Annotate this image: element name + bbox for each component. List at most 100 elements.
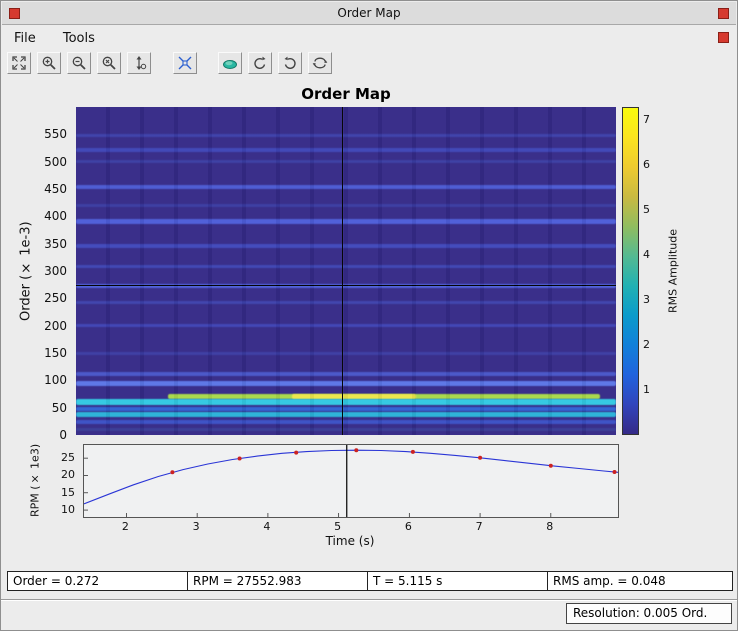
zoom-x-button[interactable]: [97, 52, 121, 74]
rpm-y-axis-ticks: 10 15 20 25: [49, 444, 79, 516]
heatmap-order-stripe: [76, 428, 616, 431]
rotate-cw-button[interactable]: [278, 52, 302, 74]
colorbar-tick-label: 5: [643, 203, 650, 216]
rpm-curve-svg: [84, 445, 618, 517]
resolution-readout: Resolution: 0.005 Ord.: [566, 603, 732, 624]
heatmap-order-stripe: [76, 381, 616, 386]
status-rpm-readout: RPM = 27552.983: [187, 571, 368, 591]
main-ytick-label: 100: [44, 373, 67, 387]
zoom-y-icon: [131, 55, 147, 71]
heatmap-order-stripe: [76, 372, 616, 376]
rotate-ccw-button[interactable]: [248, 52, 272, 74]
main-ytick-label: 350: [44, 237, 67, 251]
expand-icon: [11, 55, 27, 71]
status-order-readout: Order = 0.272: [7, 571, 188, 591]
main-y-axis-ticks: 050100150200250300350400450500550: [37, 107, 71, 435]
heatmap-order-stripe: [76, 412, 616, 417]
rpm-xtick-label: 8: [537, 520, 563, 533]
colormap-button[interactable]: [218, 52, 242, 74]
colorbar-ticks: 1 2 3 4 5 6 7: [643, 107, 665, 435]
time-cursor-line[interactable]: [342, 107, 344, 435]
colorbar-tick-label: 6: [643, 158, 650, 171]
heatmap-order-stripe: [76, 399, 616, 405]
main-y-axis-label: Order (× 1e-3): [17, 107, 35, 435]
order-map-window: Order Map File Tools Order Map Order (× …: [0, 0, 738, 631]
menu-tools[interactable]: Tools: [63, 25, 95, 46]
heatmap-order-stripe: [76, 244, 616, 248]
rpm-xtick-label: 2: [112, 520, 138, 533]
colorbar-tick-label: 4: [643, 248, 650, 261]
colorbar-tick-label: 7: [643, 113, 650, 126]
statusbar-divider: [1, 599, 737, 601]
colorbar-tick-label: 3: [643, 293, 650, 306]
main-ytick-label: 200: [44, 319, 67, 333]
heatmap-order-stripe: [76, 148, 616, 152]
heatmap-order-stripe: [76, 265, 616, 268]
rpm-xtick-label: 6: [395, 520, 421, 533]
rpm-xtick-label: 5: [325, 520, 351, 533]
heatmap-order-stripe: [76, 160, 616, 163]
heatmap-order-stripe: [76, 204, 616, 207]
reset-view-button[interactable]: [173, 52, 197, 74]
main-ytick-label: 0: [59, 428, 67, 442]
main-ytick-label: 50: [52, 401, 67, 415]
heatmap-order-stripe: [76, 420, 616, 424]
status-time-readout: T = 5.115 s: [367, 571, 548, 591]
main-ytick-label: 550: [44, 127, 67, 141]
rpm-profile-plot[interactable]: [83, 444, 619, 518]
main-ytick-label: 450: [44, 182, 67, 196]
status-rms-readout: RMS amp. = 0.048: [547, 571, 733, 591]
heatmap-order-stripe: [76, 219, 616, 224]
rpm-xtick-label: 7: [466, 520, 492, 533]
zoom-out-button[interactable]: [67, 52, 91, 74]
heatmap-order-stripe: [76, 185, 616, 189]
reset-view-icon: [177, 55, 193, 71]
colorbar-label: RMS Amplitude: [665, 107, 681, 435]
titlebar-right-button[interactable]: [718, 8, 729, 19]
zoom-x-icon: [101, 55, 117, 71]
rpm-xtick-label: 4: [254, 520, 280, 533]
order-map-heatmap[interactable]: [76, 107, 616, 435]
menu-file[interactable]: File: [14, 25, 36, 46]
rpm-y-axis-label: RPM (× 1e3): [27, 439, 43, 521]
zoom-in-button[interactable]: [37, 52, 61, 74]
heatmap-order-stripe: [76, 352, 616, 355]
orbit-icon: [312, 55, 328, 71]
main-ytick-label: 400: [44, 209, 67, 223]
main-ytick-label: 150: [44, 346, 67, 360]
rotate-cw-icon: [282, 55, 298, 71]
rpm-xtick-label: 3: [183, 520, 209, 533]
expand-button[interactable]: [7, 52, 31, 74]
zoom-in-icon: [41, 55, 57, 71]
toolbar-separator: [203, 52, 213, 74]
main-ytick-label: 500: [44, 155, 67, 169]
menubar: File Tools: [2, 25, 736, 50]
main-ytick-label: 300: [44, 264, 67, 278]
heatmap-order-stripe: [76, 407, 616, 411]
colorbar-tick-label: 1: [643, 383, 650, 396]
titlebar[interactable]: Order Map: [2, 2, 736, 25]
zoom-y-button[interactable]: [127, 52, 151, 74]
main-ytick-label: 250: [44, 291, 67, 305]
heatmap-order-stripe: [76, 301, 616, 304]
plot-title: Order Map: [76, 85, 616, 103]
heatmap-order-stripe: [76, 134, 616, 137]
orbit-button[interactable]: [308, 52, 332, 74]
colorbar: [622, 107, 639, 435]
rpm-ytick-label: 15: [61, 486, 75, 499]
rpm-ytick-label: 25: [61, 451, 75, 464]
rpm-ytick-label: 10: [61, 503, 75, 516]
colorbar-tick-label: 2: [643, 338, 650, 351]
toolbar-separator: [157, 52, 167, 74]
colormap-icon: [222, 55, 238, 71]
rpm-x-axis-label: Time (s): [83, 534, 617, 548]
rpm-x-axis-ticks: 2 3 4 5 6 7 8: [83, 520, 617, 533]
menubar-right-button[interactable]: [718, 32, 729, 43]
toolbar: [7, 52, 735, 78]
rotate-ccw-icon: [252, 55, 268, 71]
window-title: Order Map: [2, 6, 736, 20]
rpm-ytick-label: 20: [61, 468, 75, 481]
order-cursor-line[interactable]: [76, 285, 616, 287]
zoom-out-icon: [71, 55, 87, 71]
heatmap-order-stripe: [76, 324, 616, 327]
